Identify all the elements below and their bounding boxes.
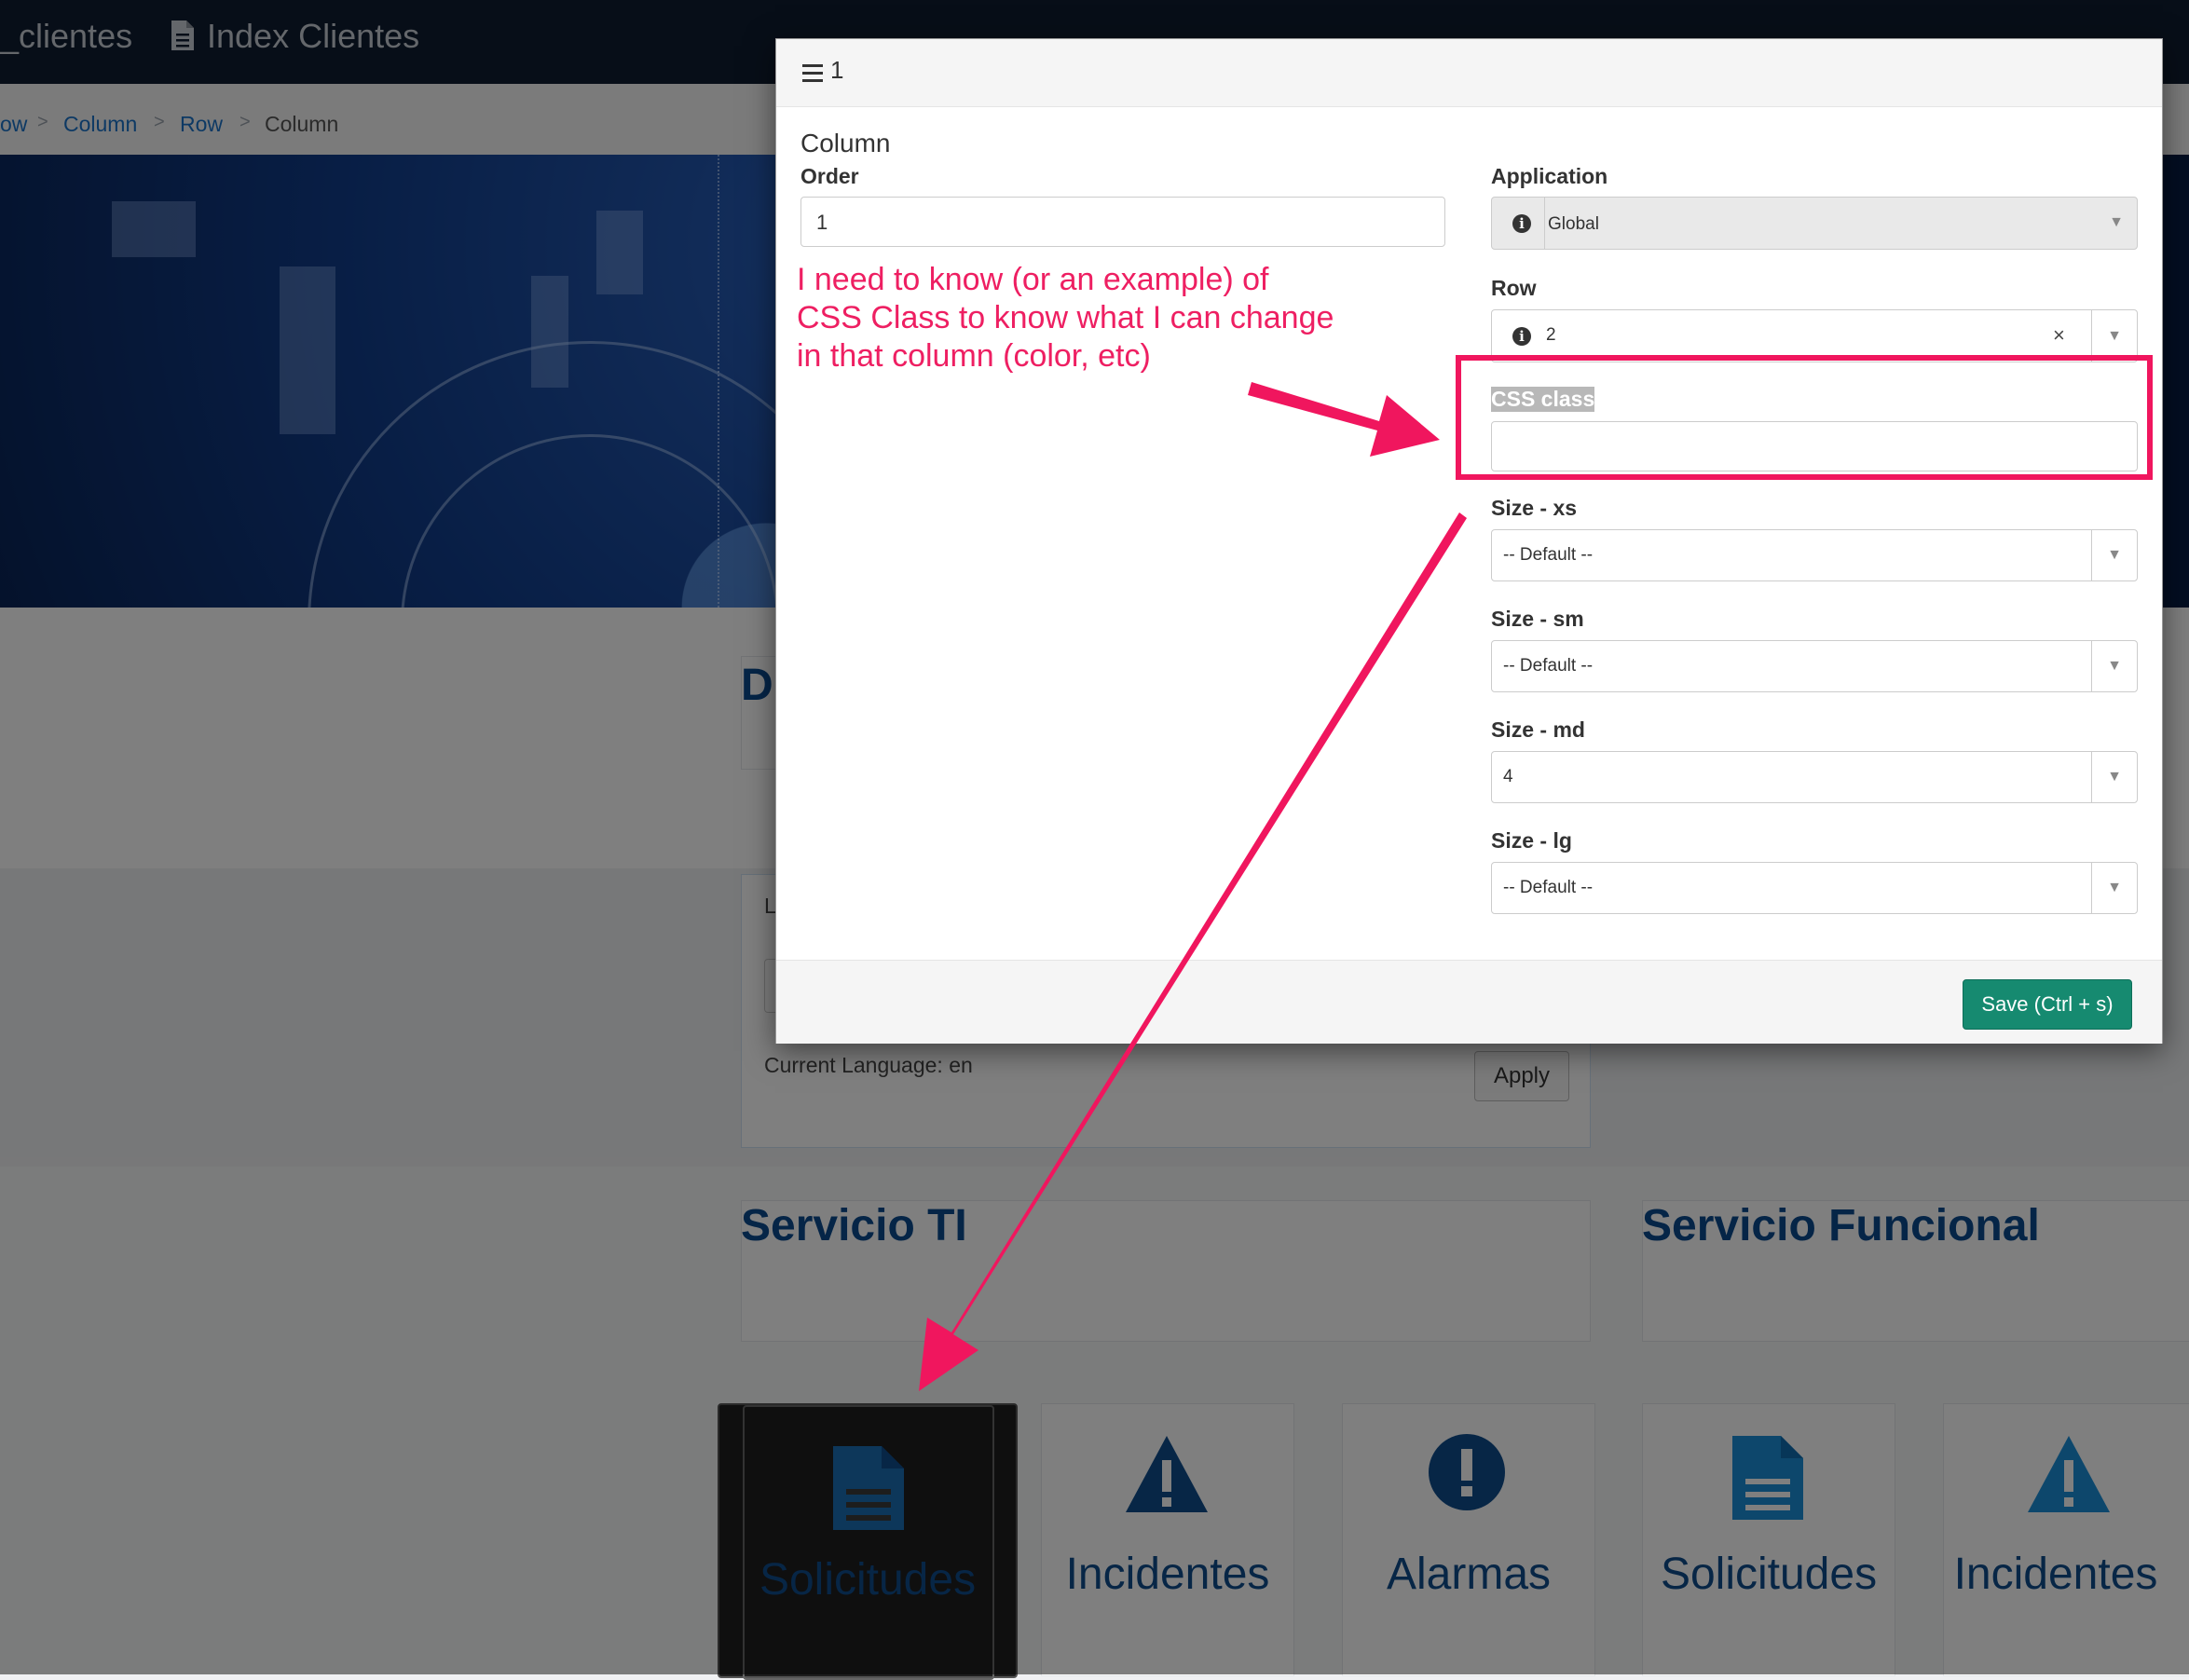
menu-icon[interactable] (802, 64, 823, 87)
chevron-down-icon: ▼ (2091, 641, 2137, 691)
section-title: Column (800, 129, 891, 157)
info-icon: i (1512, 214, 1531, 233)
clear-icon[interactable]: × (2053, 323, 2065, 348)
annotation-line: in that column (color, etc) (797, 338, 1151, 374)
application-select[interactable]: i Global ▼ (1491, 197, 2138, 250)
order-label: Order (800, 164, 859, 188)
info-icon: i (1512, 327, 1531, 346)
modal-title: 1 (830, 56, 844, 84)
column-edit-modal: 1 Column Order 1 Application i Global ▼ … (775, 38, 2163, 1044)
chevron-down-icon: ▼ (2091, 863, 2137, 913)
chevron-down-icon: ▼ (2091, 530, 2137, 580)
annotation-line: I need to know (or an example) of (797, 262, 1269, 297)
size-sm-label: Size - sm (1491, 607, 1584, 631)
chevron-down-icon: ▼ (2109, 214, 2124, 230)
size-xs-select[interactable]: -- Default -- ▼ (1491, 529, 2138, 581)
size-xs-label: Size - xs (1491, 496, 1578, 520)
modal-header: 1 (776, 39, 2162, 107)
size-sm-select[interactable]: -- Default -- ▼ (1491, 640, 2138, 692)
chevron-down-icon: ▼ (2091, 752, 2137, 802)
size-md-label: Size - md (1491, 717, 1585, 742)
size-md-select[interactable]: 4 ▼ (1491, 751, 2138, 803)
save-button[interactable]: Save (Ctrl + s) (1963, 979, 2132, 1030)
highlight-box (1456, 355, 2153, 480)
row-label: Row (1491, 276, 1537, 300)
size-lg-label: Size - lg (1491, 828, 1572, 853)
size-lg-select[interactable]: -- Default -- ▼ (1491, 862, 2138, 914)
order-input[interactable]: 1 (800, 197, 1445, 247)
annotation-note: I need to know (or an example) of CSS Cl… (797, 261, 1334, 376)
modal-footer: Save (Ctrl + s) (776, 960, 2162, 1044)
annotation-line: CSS Class to know what I can change (797, 300, 1334, 335)
application-label: Application (1491, 164, 1608, 188)
chevron-down-icon: ▼ (2091, 310, 2137, 362)
